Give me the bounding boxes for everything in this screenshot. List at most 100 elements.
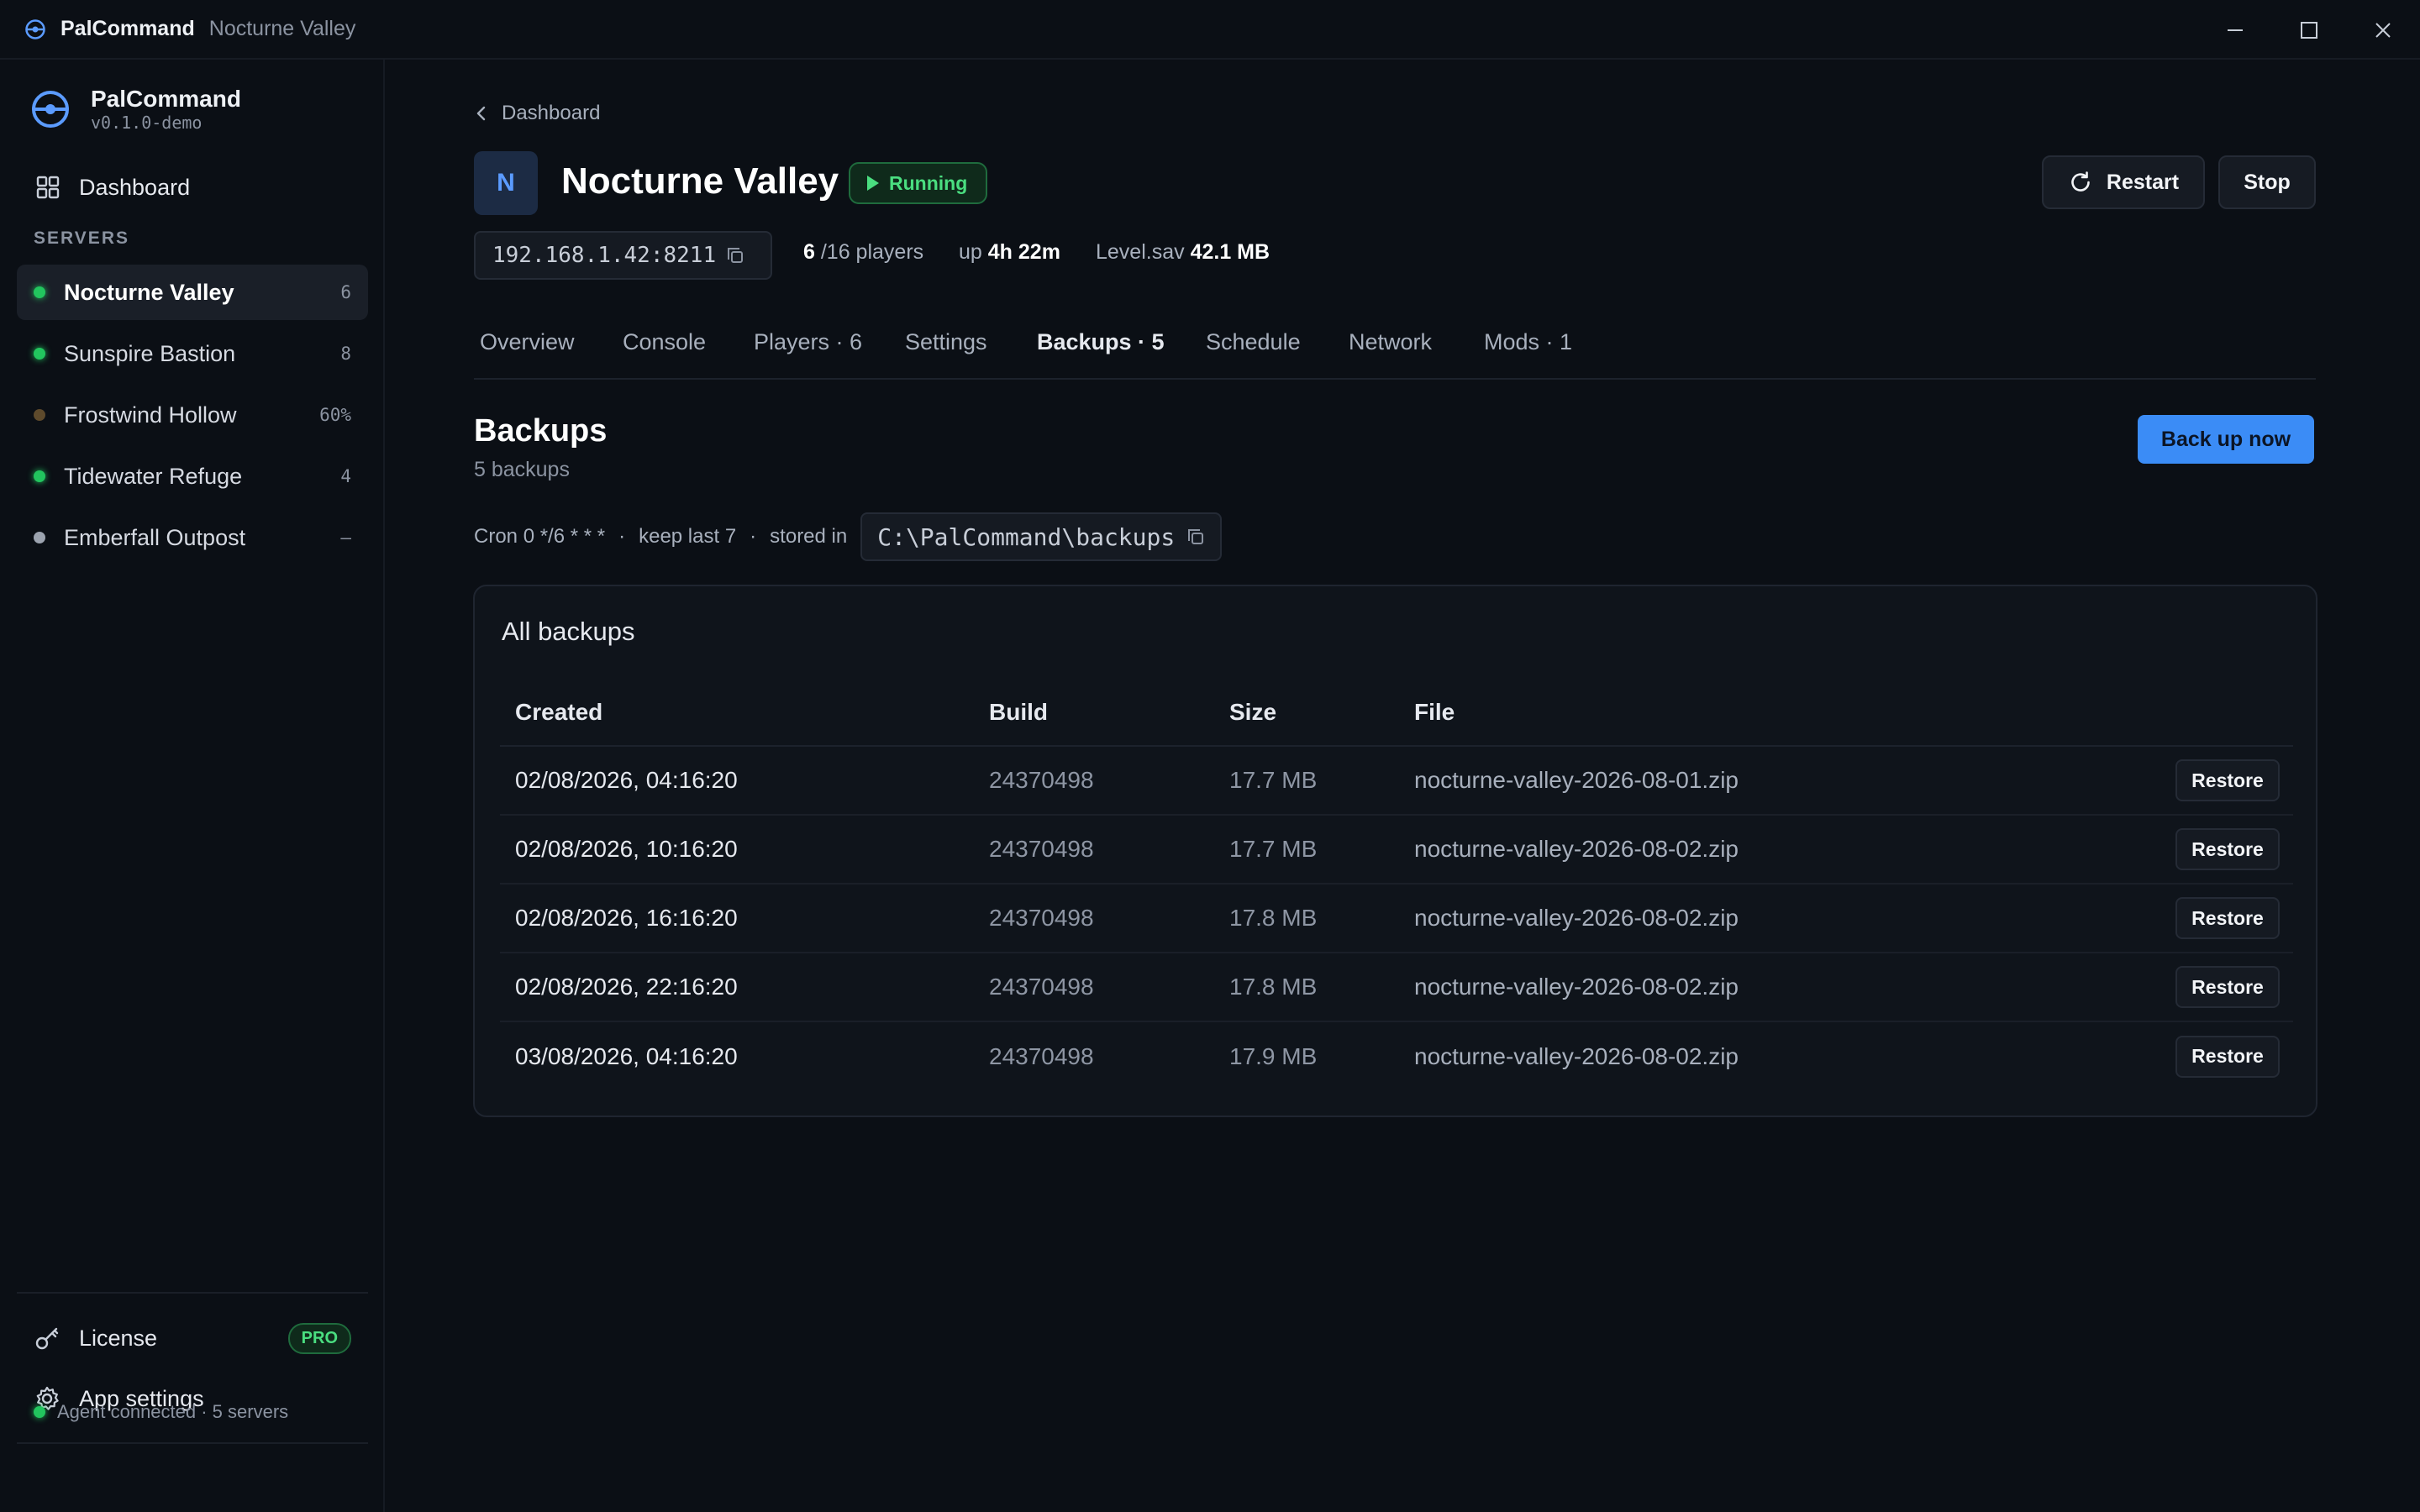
- copy-icon[interactable]: [726, 246, 744, 265]
- backup-schedule-info: Cron 0 */6 * * * · keep last 7 · stored …: [474, 512, 1223, 561]
- status-dot: [34, 286, 45, 298]
- uptime: up 4h 22m: [959, 240, 1060, 265]
- tab-settings[interactable]: Settings: [905, 329, 987, 355]
- restore-button[interactable]: Restore: [2175, 828, 2280, 870]
- close-button[interactable]: [2346, 0, 2420, 60]
- tab-players[interactable]: Players · 6: [754, 329, 862, 355]
- breadcrumb[interactable]: Dashboard: [475, 102, 600, 125]
- restore-button[interactable]: Restore: [2175, 897, 2280, 939]
- server-player-count: 4: [340, 466, 351, 486]
- server-name: Frostwind Hollow: [64, 402, 237, 428]
- table-row: 02/08/2026, 16:16:20 24370498 17.8 MB no…: [500, 884, 2293, 953]
- restart-label: Restart: [2106, 170, 2180, 194]
- sidebar-server-sunspire-bastion[interactable]: Sunspire Bastion 8: [17, 326, 368, 381]
- backup-build: 24370498: [974, 884, 1214, 953]
- page-title: Nocturne Valley: [561, 160, 839, 202]
- sidebar-server-nocturne-valley[interactable]: Nocturne Valley 6: [17, 265, 368, 320]
- server-name: Emberfall Outpost: [64, 524, 246, 550]
- app-version: v0.1.0-demo: [91, 113, 203, 133]
- backup-created: 02/08/2026, 22:16:20: [500, 953, 974, 1022]
- copy-icon[interactable]: [1186, 528, 1205, 546]
- backup-created: 02/08/2026, 16:16:20: [500, 884, 974, 953]
- backup-build: 24370498: [989, 1042, 1094, 1069]
- server-avatar: N: [474, 151, 538, 215]
- uptime-value: 4h 22m: [987, 240, 1060, 264]
- player-count: 6 /16 players: [803, 240, 923, 265]
- backup-created: 02/08/2026, 04:16:20: [500, 746, 974, 816]
- sidebar-server-emberfall-outpost[interactable]: Emberfall Outpost –: [17, 510, 368, 565]
- restore-button[interactable]: Restore: [2175, 759, 2280, 801]
- refresh-icon: [2071, 171, 2090, 192]
- backup-path[interactable]: C:\PalCommand\backups: [860, 512, 1223, 561]
- backup-file: nocturne-valley-2026-08-02.zip: [1414, 1042, 1739, 1069]
- close-icon: [2375, 22, 2391, 38]
- palcommand-logo-icon: [32, 91, 69, 128]
- restore-button[interactable]: Restore: [2175, 1035, 2280, 1078]
- restore-button[interactable]: Restore: [2175, 966, 2280, 1008]
- backup-build: 24370498: [974, 815, 1214, 885]
- maximize-icon: [2301, 21, 2317, 39]
- table-header-row: Created Build Size File: [500, 679, 2293, 747]
- back-up-now-button[interactable]: Back up now: [2138, 415, 2314, 464]
- server-address[interactable]: 192.168.1.42:8211: [474, 231, 772, 280]
- players-max: /16 players: [814, 240, 924, 264]
- table-row: 02/08/2026, 10:16:20 24370498 17.7 MB no…: [500, 815, 2293, 885]
- players-online: 6: [803, 240, 815, 264]
- backup-count: 5 backups: [474, 458, 570, 481]
- cron-expression: Cron 0 */6 * * *: [474, 525, 606, 548]
- status-label: Running: [889, 171, 968, 194]
- stored-in-label: stored in: [770, 525, 848, 548]
- backup-file-cell: nocturne-valley-2026-08-02.zip Restore: [1399, 884, 2293, 953]
- address-text: 192.168.1.42:8211: [492, 243, 717, 268]
- table-row: 02/08/2026, 04:16:20 24370498 17.7 MB no…: [500, 746, 2293, 816]
- backup-file-cell: nocturne-valley-2026-08-01.zip Restore: [1399, 746, 2293, 816]
- save-size: Level.sav 42.1 MB: [1096, 240, 1270, 265]
- backups-card: All backups Created Build Size File 02/0…: [473, 585, 2317, 1117]
- column-header-build: Build: [974, 679, 1214, 747]
- sidebar-item-dashboard[interactable]: Dashboard: [17, 161, 368, 213]
- uptime-label: up: [959, 240, 982, 264]
- tab-console[interactable]: Console: [623, 329, 706, 355]
- backup-file-cell: nocturne-valley-2026-08-02.zip Restore: [1399, 1021, 2293, 1090]
- tab-mods[interactable]: Mods · 1: [1484, 329, 1572, 355]
- brand: PalCommand v0.1.0-demo: [30, 86, 241, 133]
- sidebar-divider: [17, 1442, 368, 1444]
- tab-backups[interactable]: Backups · 5: [1037, 329, 1165, 355]
- palcommand-logo-icon: [25, 18, 45, 39]
- maximize-button[interactable]: [2272, 0, 2346, 60]
- section-title: Backups: [474, 413, 608, 449]
- sidebar-server-frostwind-hollow[interactable]: Frostwind Hollow 60%: [17, 387, 368, 443]
- breadcrumb-dashboard[interactable]: Dashboard: [502, 102, 600, 125]
- stop-button[interactable]: Stop: [2218, 155, 2316, 209]
- tab-schedule[interactable]: Schedule: [1206, 329, 1301, 355]
- backup-file: nocturne-valley-2026-08-02.zip: [1414, 974, 1739, 1000]
- servers-section-heading: SERVERS: [34, 228, 129, 248]
- table-row: 02/08/2026, 22:16:20 24370498 17.8 MB no…: [500, 953, 2293, 1022]
- server-name: Nocturne Valley: [64, 279, 234, 305]
- sidebar: PalCommand v0.1.0-demo Dashboard SERVERS…: [0, 60, 385, 1512]
- sidebar-divider: [17, 1292, 368, 1294]
- minimize-button[interactable]: [2198, 0, 2272, 60]
- backup-size: 17.7 MB: [1214, 815, 1399, 885]
- tab-network[interactable]: Network: [1349, 329, 1432, 355]
- agent-status: Agent connected · 5 servers: [34, 1401, 288, 1423]
- server-progress: 60%: [319, 405, 351, 425]
- backup-created: 02/08/2026, 10:16:20: [500, 815, 974, 885]
- column-header-file: File: [1399, 679, 2293, 747]
- status-dot: [34, 532, 45, 543]
- card-title: All backups: [502, 617, 635, 646]
- status-dot: [34, 470, 45, 482]
- stop-label: Stop: [2244, 170, 2291, 194]
- agent-status-text: Agent connected · 5 servers: [57, 1401, 289, 1422]
- sidebar-item-license[interactable]: License PRO: [17, 1312, 368, 1364]
- status-dot: [34, 348, 45, 360]
- backup-created: 03/08/2026, 04:16:20: [515, 1042, 738, 1069]
- restart-button[interactable]: Restart: [2042, 155, 2205, 209]
- sidebar-server-tidewater-refuge[interactable]: Tidewater Refuge 4: [17, 449, 368, 504]
- save-label: Level.sav: [1096, 240, 1185, 264]
- server-player-count: –: [340, 528, 351, 548]
- backup-path-text: C:\PalCommand\backups: [877, 522, 1176, 551]
- save-size-value: 42.1 MB: [1190, 240, 1270, 264]
- play-icon: [867, 176, 879, 191]
- tab-overview[interactable]: Overview: [480, 329, 575, 355]
